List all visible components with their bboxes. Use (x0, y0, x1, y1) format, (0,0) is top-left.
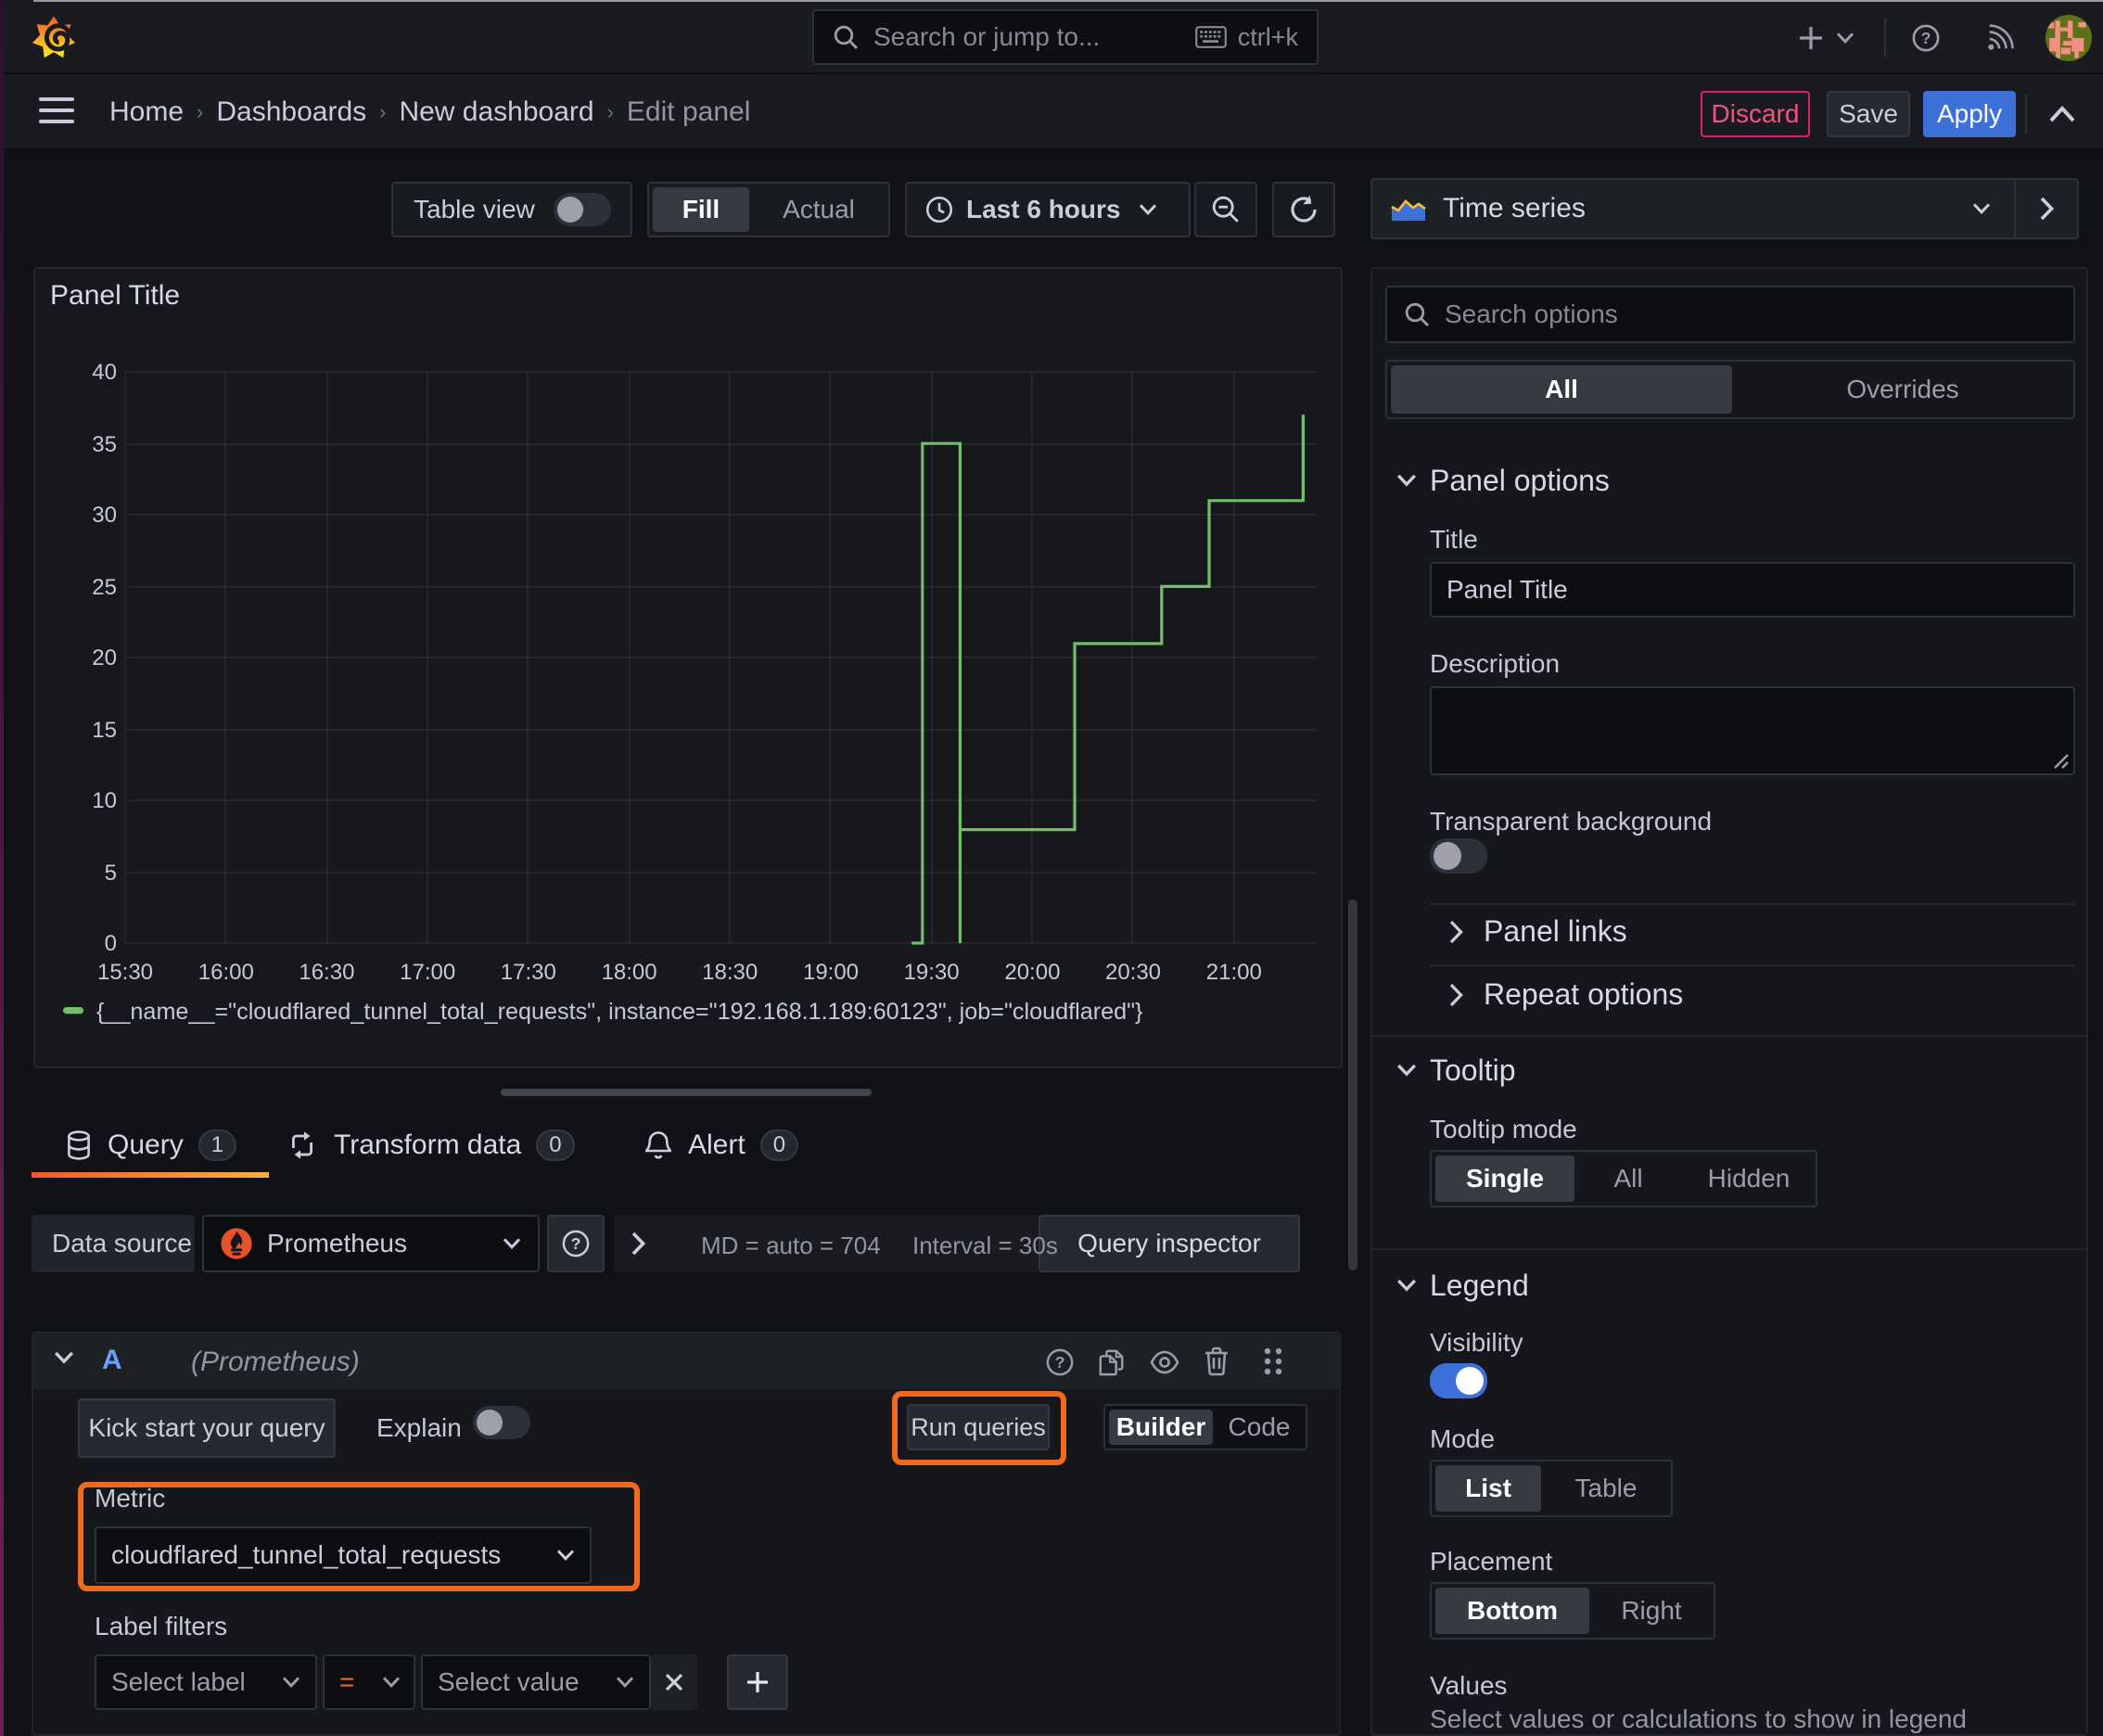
svg-text:17:00: 17:00 (400, 960, 455, 985)
svg-text:5: 5 (105, 861, 117, 886)
svg-text:?: ? (1055, 1353, 1065, 1372)
svg-text:19:00: 19:00 (803, 960, 859, 985)
svg-text:18:00: 18:00 (602, 960, 657, 985)
svg-text:17:30: 17:30 (501, 960, 556, 985)
svg-text:?: ? (1921, 29, 1931, 47)
svg-text:35: 35 (92, 432, 117, 457)
svg-text:18:30: 18:30 (702, 960, 758, 985)
svg-text:16:00: 16:00 (198, 960, 254, 985)
svg-text:0: 0 (105, 931, 117, 956)
svg-text:21:00: 21:00 (1206, 960, 1262, 985)
svg-text:{__name__="cloudflared_tunnel_: {__name__="cloudflared_tunnel_total_requ… (96, 999, 1142, 1025)
svg-text:40: 40 (92, 360, 117, 385)
svg-text:30: 30 (92, 503, 117, 528)
svg-text:20:00: 20:00 (1004, 960, 1060, 985)
svg-text:20: 20 (92, 645, 117, 670)
svg-text:16:30: 16:30 (299, 960, 354, 985)
svg-text:19:30: 19:30 (904, 960, 960, 985)
svg-text:15: 15 (92, 718, 117, 743)
svg-text:?: ? (571, 1234, 581, 1253)
svg-text:20:30: 20:30 (1105, 960, 1161, 985)
svg-text:10: 10 (92, 788, 117, 813)
svg-text:25: 25 (92, 575, 117, 600)
svg-text:15:30: 15:30 (97, 960, 153, 985)
